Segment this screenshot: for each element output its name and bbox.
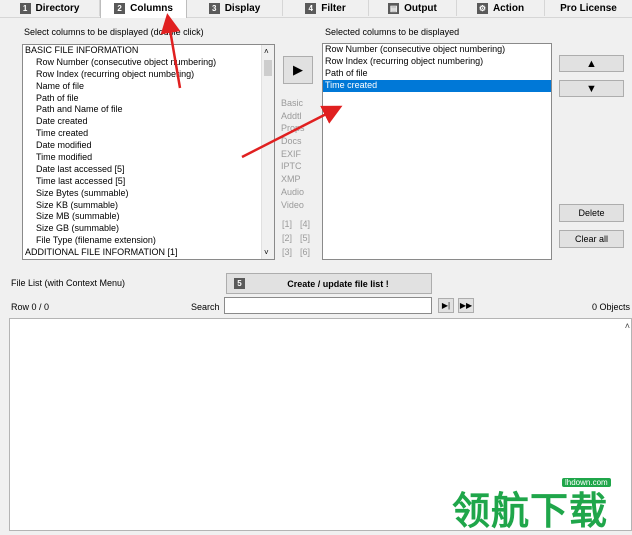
watermark-logo: lhdown.com 领航下载 <box>452 466 630 533</box>
arrow-to-selected-list <box>241 105 343 159</box>
watermark-text: 领航下载 <box>452 489 609 533</box>
arrow-to-columns-tab <box>160 13 182 89</box>
annotation-arrows <box>160 13 343 159</box>
